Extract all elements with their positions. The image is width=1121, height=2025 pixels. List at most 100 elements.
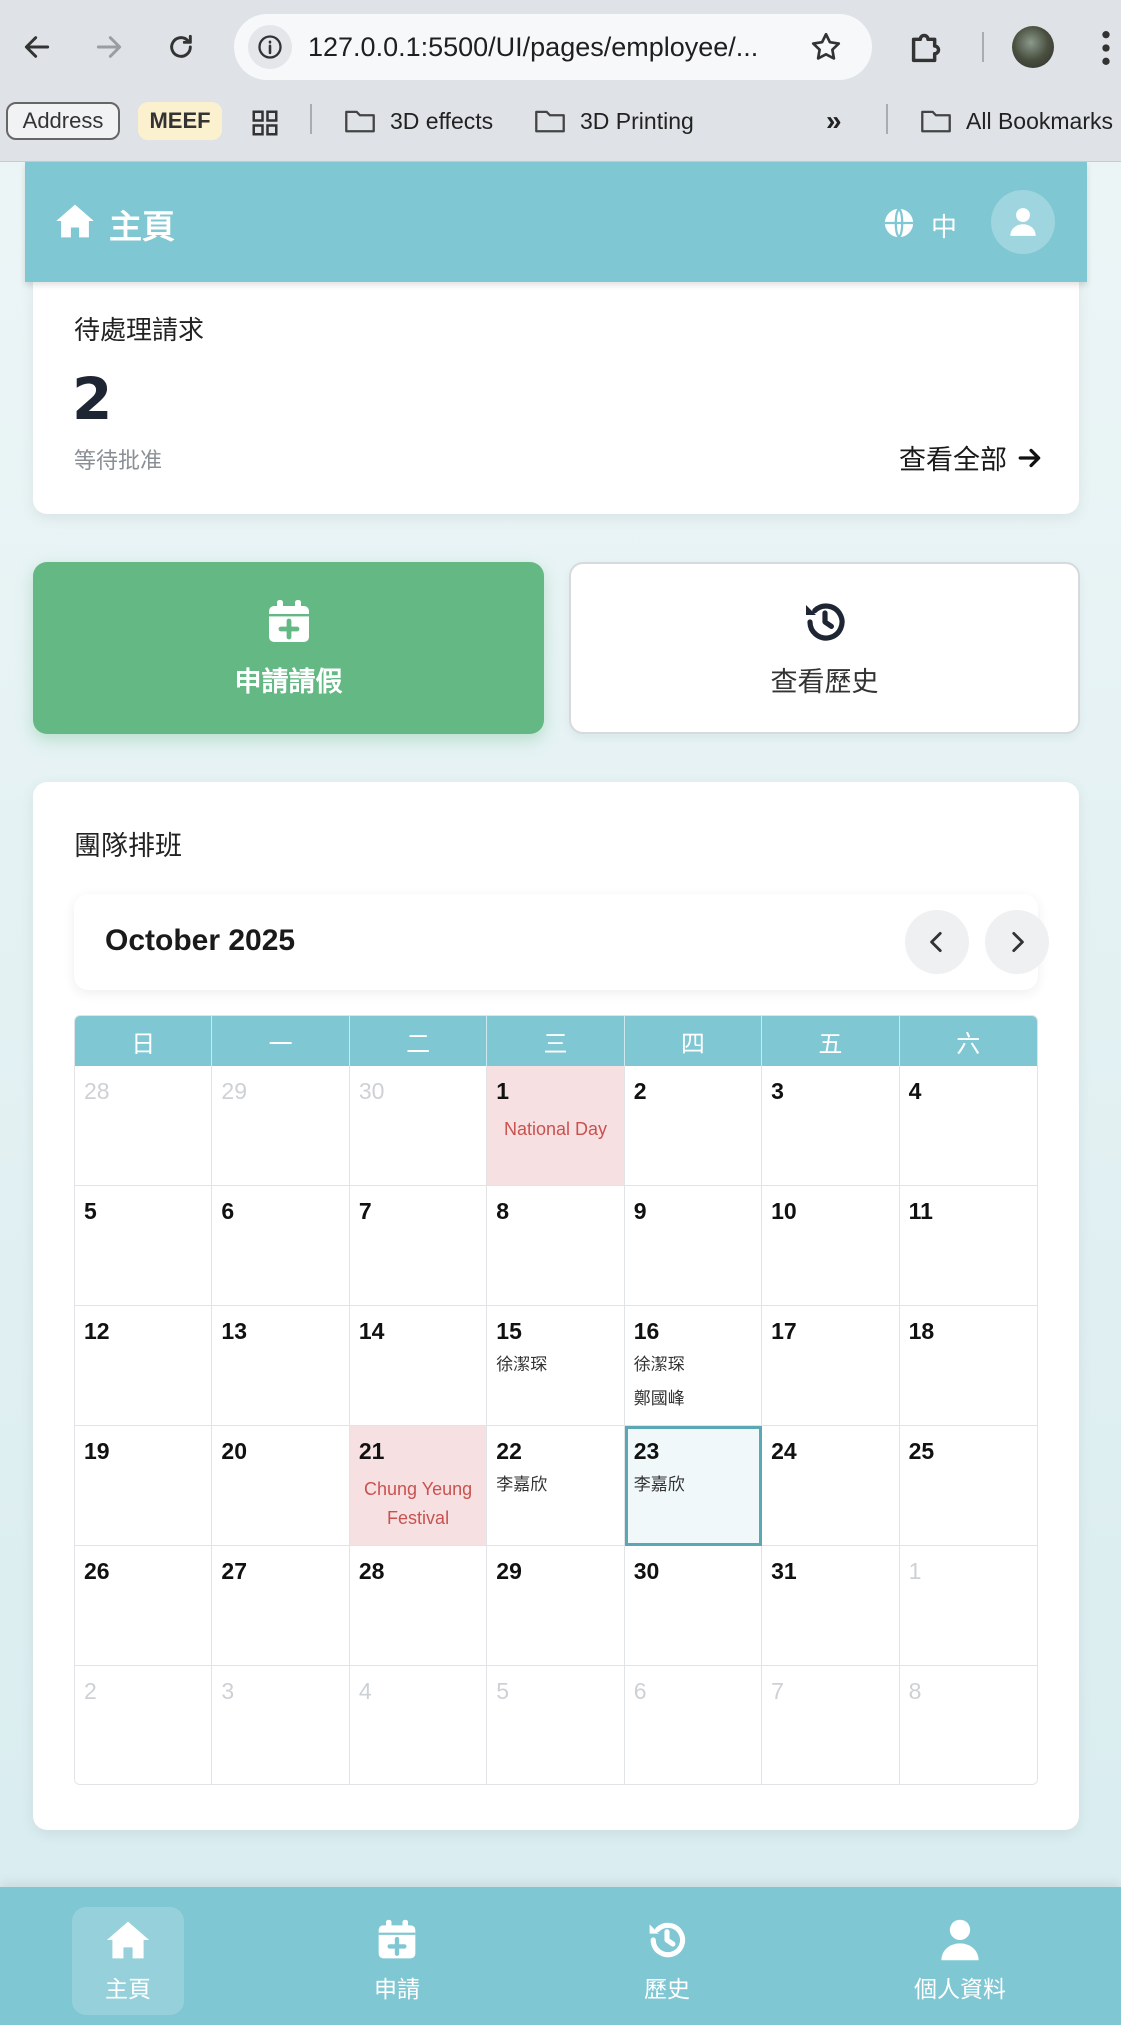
day-number: 8 [908, 1678, 922, 1704]
view-all-label: 查看全部 [899, 445, 1007, 476]
calendar-grid: 28 29 30 1 National Day 2 3 4 5 6 7 8 9 10 11 12 13 14 15 徐… [75, 1066, 1037, 1784]
calendar-day[interactable]: 3 [212, 1666, 350, 1784]
language-toggle[interactable]: 中 [931, 207, 957, 244]
view-all-link[interactable]: 查看全部 [899, 438, 1043, 477]
day-number: 2 [84, 1678, 97, 1704]
calendar-day[interactable]: 28 [75, 1066, 213, 1186]
reload-icon [170, 34, 192, 58]
nav-history[interactable]: 歷史 [611, 1907, 723, 2015]
calendar-day[interactable]: 20 [212, 1426, 350, 1546]
address-bar[interactable]: 127.0.0.1:5500/UI/pages/employee/... [234, 14, 872, 80]
day-number: 15 [496, 1318, 522, 1344]
bookmark-folder-3d-effects[interactable]: 3D effects [344, 102, 493, 140]
prev-month-button[interactable] [905, 910, 969, 974]
calendar: 日一二三四五六 28 29 30 1 National Day 2 3 4 5 6 7 8 9 10 11 1… [74, 1015, 1038, 1785]
bottom-nav: 主頁 申請 歷史 個人資料 [0, 1887, 1121, 2025]
calendar-day[interactable]: 8 [487, 1186, 625, 1306]
more-bookmarks-button[interactable]: » [826, 102, 842, 140]
calendar-plus-icon [378, 1919, 416, 1959]
more-menu-icon[interactable] [1096, 28, 1116, 68]
calendar-day[interactable]: 5 [75, 1186, 213, 1306]
arrow-right-icon [96, 36, 122, 58]
duty-staff-name: 鄭國峰 [633, 1388, 685, 1409]
calendar-day[interactable]: 5 [487, 1666, 625, 1784]
user-icon [1010, 208, 1036, 236]
calendar-day[interactable]: 11 [899, 1186, 1037, 1306]
calendar-day[interactable]: 4 [349, 1666, 488, 1784]
calendar-day[interactable]: 7 [349, 1186, 488, 1306]
profile-avatar[interactable] [1012, 26, 1054, 68]
bookmark-address[interactable]: Address [6, 102, 120, 140]
reload-button[interactable] [156, 22, 206, 72]
calendar-day[interactable]: 22 李嘉欣 [487, 1426, 625, 1546]
calendar-day[interactable]: 18 [899, 1306, 1037, 1426]
holiday-label: National Day [503, 1119, 608, 1139]
calendar-day[interactable]: 25 [899, 1426, 1037, 1546]
globe-icon[interactable] [882, 206, 916, 240]
chevron-right-icon [1012, 931, 1024, 953]
extensions-icon[interactable] [904, 24, 950, 70]
history-icon [649, 1922, 686, 1958]
calendar-day[interactable]: 2 [624, 1066, 763, 1186]
home-icon[interactable] [55, 203, 95, 239]
user-menu-button[interactable] [991, 190, 1055, 254]
view-history-button[interactable]: 查看歷史 [569, 562, 1080, 734]
next-month-button[interactable] [985, 910, 1049, 974]
calendar-day[interactable]: 13 [212, 1306, 350, 1426]
calendar-day[interactable]: 3 [762, 1066, 900, 1186]
calendar-day[interactable]: 31 [762, 1546, 900, 1666]
calendar-day[interactable]: 10 [762, 1186, 900, 1306]
calendar-day[interactable]: 27 [212, 1546, 350, 1666]
roster-title: 團隊排班 [74, 831, 182, 862]
calendar-day[interactable]: 4 [899, 1066, 1037, 1186]
apply-leave-button[interactable]: 申請請假 [33, 562, 544, 734]
apps-grid-icon[interactable] [250, 108, 280, 138]
calendar-day[interactable]: 6 [624, 1666, 763, 1784]
calendar-day[interactable]: 24 [762, 1426, 900, 1546]
back-button[interactable] [12, 22, 62, 72]
calendar-day[interactable]: 30 [624, 1546, 763, 1666]
bookmark-folder-3d-printing[interactable]: 3D Printing [534, 102, 694, 140]
weekday-label: 三 [487, 1016, 625, 1066]
calendar-day[interactable]: 9 [624, 1186, 763, 1306]
calendar-day[interactable]: 26 [75, 1546, 213, 1666]
calendar-day[interactable]: 17 [762, 1306, 900, 1426]
day-number: 6 [221, 1198, 235, 1224]
nav-apply[interactable]: 申請 [341, 1907, 453, 2015]
site-info-icon[interactable] [248, 25, 292, 69]
nav-profile[interactable]: 個人資料 [904, 1907, 1016, 2015]
calendar-day[interactable]: 1 National Day [487, 1066, 625, 1186]
bookmark-star-icon[interactable] [808, 29, 844, 65]
all-bookmarks-folder[interactable]: All Bookmarks [920, 102, 1113, 140]
bookmark-folder-label: 3D Printing [580, 107, 694, 134]
calendar-day[interactable]: 12 [75, 1306, 213, 1426]
day-number: 25 [908, 1438, 935, 1464]
calendar-day[interactable]: 6 [212, 1186, 350, 1306]
calendar-day[interactable]: 28 [349, 1546, 488, 1666]
calendar-day[interactable]: 2 [75, 1666, 213, 1784]
nav-home-label: 主頁 [105, 1977, 151, 2003]
forward-button[interactable] [84, 22, 134, 72]
calendar-day[interactable]: 14 [349, 1306, 488, 1426]
folder-icon [535, 110, 565, 133]
calendar-day-today[interactable]: 23 李嘉欣 [624, 1426, 763, 1546]
calendar-day[interactable]: 29 [487, 1546, 625, 1666]
calendar-day[interactable]: 30 [349, 1066, 488, 1186]
calendar-day[interactable]: 8 [899, 1666, 1037, 1784]
calendar-day[interactable]: 21 Chung Yeung Festival [349, 1426, 488, 1546]
pending-count: 2 [72, 365, 113, 433]
app-header: 主頁 中 [25, 162, 1087, 282]
calendar-day[interactable]: 29 [212, 1066, 350, 1186]
url-text[interactable]: 127.0.0.1:5500/UI/pages/employee/... [308, 32, 788, 63]
nav-profile-label: 個人資料 [914, 1977, 1006, 2003]
nav-home[interactable]: 主頁 [72, 1907, 184, 2015]
calendar-day[interactable]: 7 [762, 1666, 900, 1784]
apply-leave-label: 申請請假 [234, 666, 343, 698]
duty-staff-name: 徐潔琛 [496, 1355, 548, 1375]
bookmark-meef[interactable]: MEEF [138, 102, 222, 140]
calendar-day[interactable]: 19 [75, 1426, 213, 1546]
day-number: 7 [358, 1198, 372, 1224]
calendar-day[interactable]: 15 徐潔琛 [487, 1306, 625, 1426]
calendar-day[interactable]: 16 徐潔琛 鄭國峰 [624, 1306, 763, 1426]
calendar-day[interactable]: 1 [899, 1546, 1037, 1666]
